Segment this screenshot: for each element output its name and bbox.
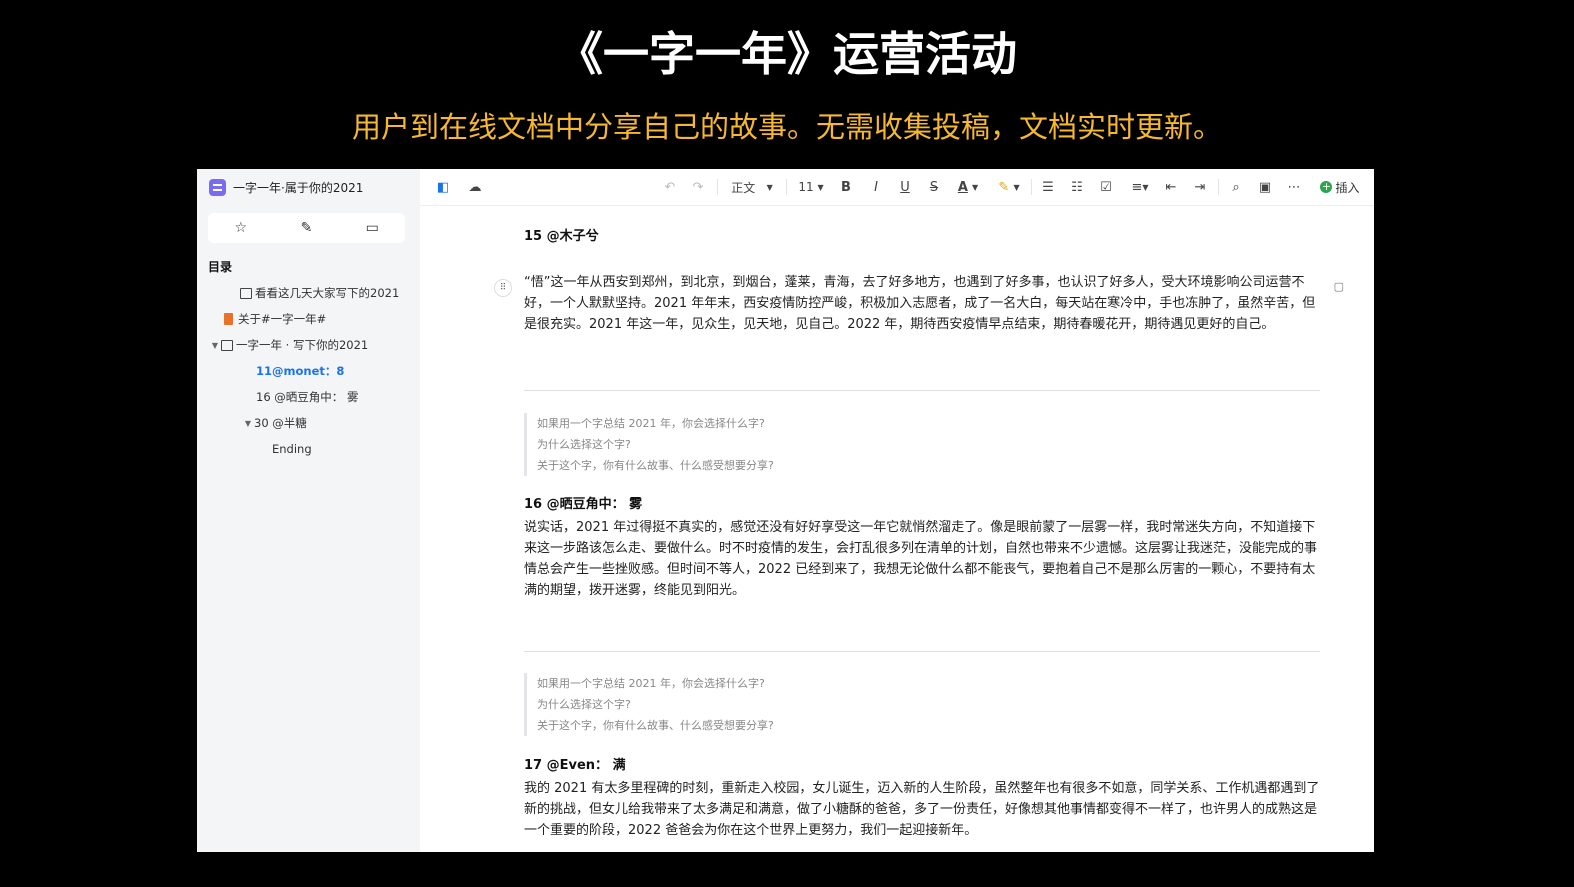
- chevron-down-icon: ▼: [766, 182, 773, 192]
- toc-item[interactable]: ▼ 一字一年 · 写下你的2021: [197, 332, 420, 358]
- doc-header[interactable]: 一字一年·属于你的2021: [209, 177, 363, 197]
- quote-line: 为什么选择这个字?: [537, 438, 631, 451]
- caret-down-icon[interactable]: ▼: [242, 419, 254, 428]
- quote-line: 关于这个字，你有什么故事、什么感受想要分享?: [537, 459, 774, 472]
- numbered-list-icon[interactable]: ☷: [1067, 169, 1087, 205]
- doc-app-window: 一字一年·属于你的2021 ☆ ✎ ▭ 目录 看看这几天大家写下的2021 关于…: [197, 169, 1374, 852]
- add-comment-icon[interactable]: ▢: [1334, 280, 1344, 293]
- toolbar-divider: [1031, 179, 1032, 195]
- divider: [524, 651, 1320, 652]
- toc-heading: 目录: [208, 260, 233, 274]
- plus-icon: +: [1320, 180, 1333, 193]
- toc-item-active[interactable]: 11@monet：8: [197, 358, 420, 384]
- folder-icon[interactable]: ▭: [339, 213, 405, 243]
- outdent-icon[interactable]: ⇤: [1161, 169, 1181, 205]
- entry-heading: 15 @木子兮: [524, 229, 599, 244]
- search-icon[interactable]: ⌕: [1226, 169, 1246, 205]
- quote-line: 如果用一个字总结 2021 年，你会选择什么字?: [537, 677, 765, 690]
- indent-icon[interactable]: ⇥: [1190, 169, 1210, 205]
- toc-item[interactable]: 16 @晒豆角中： 雾: [197, 384, 420, 410]
- cloud-sync-icon[interactable]: ☁: [464, 169, 486, 205]
- prompt-quote: 如果用一个字总结 2021 年，你会选择什么字? 为什么选择这个字? 关于这个字…: [524, 413, 774, 476]
- redo-icon[interactable]: ↷: [688, 169, 708, 205]
- toc-item-label: 关于#一字一年#: [238, 312, 327, 326]
- toc-item[interactable]: 关于#一字一年#: [197, 306, 420, 332]
- toc-item-label: 11@monet：8: [256, 364, 345, 378]
- sidebar: 一字一年·属于你的2021 ☆ ✎ ▭ 目录 看看这几天大家写下的2021 关于…: [197, 169, 420, 852]
- font-size-value: 11: [798, 180, 814, 194]
- comment-icon[interactable]: ▣: [1255, 169, 1275, 205]
- toolbar-divider: [717, 179, 718, 195]
- quote-line: 为什么选择这个字?: [537, 698, 631, 711]
- toc-item-label: 一字一年 · 写下你的2021: [236, 338, 369, 352]
- divider: [524, 390, 1320, 391]
- toc-item[interactable]: Ending: [197, 436, 420, 462]
- prompt-quote: 如果用一个字总结 2021 年，你会选择什么字? 为什么选择这个字? 关于这个字…: [524, 673, 774, 736]
- insert-label: 插入: [1335, 180, 1360, 195]
- quote-line: 如果用一个字总结 2021 年，你会选择什么字?: [537, 417, 765, 430]
- underline-icon[interactable]: U: [895, 169, 915, 205]
- slide-title: 《一字一年》运营活动: [557, 27, 1017, 81]
- sidebar-toggle-icon[interactable]: ◧: [432, 169, 454, 205]
- style-value: 正文: [731, 180, 756, 195]
- more-icon[interactable]: ⋯: [1284, 169, 1304, 205]
- editor-content[interactable]: 15 @木子兮 ⠿ ▢ “悟”这一年从西安到郑州，到北京，到烟台，蓬莱，青海，去…: [420, 206, 1374, 852]
- toc-item[interactable]: ▼ 30 @半糖: [197, 410, 420, 436]
- highlight-icon[interactable]: ✎ ▼: [994, 169, 1024, 205]
- italic-icon[interactable]: I: [866, 169, 886, 205]
- document-icon: [209, 178, 226, 196]
- font-size-select[interactable]: 11 ▼: [794, 169, 828, 205]
- entry-body: 我的 2021 有太多里程碑的时刻，重新走入校园，女儿诞生，迈入新的人生阶段，虽…: [524, 781, 1320, 838]
- book-icon: [240, 287, 252, 299]
- toolbar-divider: [1218, 179, 1219, 195]
- toc-item-label: 看看这几天大家写下的2021: [255, 286, 400, 300]
- checklist-icon[interactable]: ☑: [1096, 169, 1116, 205]
- style-select[interactable]: 正文 ▼: [726, 169, 778, 205]
- bold-icon[interactable]: B: [836, 169, 856, 205]
- toc-item-label: Ending: [272, 442, 312, 456]
- slide-subtitle: 用户到在线文档中分享自己的故事。无需收集投稿，文档实时更新。: [351, 110, 1222, 144]
- star-icon[interactable]: ☆: [208, 213, 274, 243]
- editor-toolbar: ◧ ☁ ↶ ↷ 正文 ▼ 11 ▼ B I U S A ▼ ✎ ▼ ☰ ☷ ☑ …: [420, 169, 1374, 206]
- sidebar-tools: ☆ ✎ ▭: [208, 213, 405, 243]
- insert-button[interactable]: + 插入: [1318, 169, 1362, 205]
- toc-item-label: 16 @晒豆角中： 雾: [256, 390, 359, 404]
- toolbar-divider: [786, 179, 787, 195]
- font-color-icon[interactable]: A ▼: [953, 169, 983, 205]
- align-icon[interactable]: ≡ ▼: [1126, 169, 1154, 205]
- toc-list: 看看这几天大家写下的2021 关于#一字一年# ▼ 一字一年 · 写下你的202…: [197, 280, 420, 462]
- edit-icon[interactable]: ✎: [274, 213, 340, 243]
- caret-down-icon[interactable]: ▼: [209, 341, 221, 350]
- toc-item-label: 30 @半糖: [254, 416, 307, 430]
- entry-heading: 17 @Even： 满: [524, 758, 626, 773]
- strikethrough-icon[interactable]: S: [924, 169, 944, 205]
- toc-item[interactable]: 看看这几天大家写下的2021: [197, 280, 420, 306]
- bullet-list-icon[interactable]: ☰: [1038, 169, 1058, 205]
- doc-title: 一字一年·属于你的2021: [233, 180, 364, 195]
- undo-icon[interactable]: ↶: [660, 169, 680, 205]
- orange-book-icon: [224, 313, 233, 325]
- entry-body: “悟”这一年从西安到郑州，到北京，到烟台，蓬莱，青海，去了好多地方，也遇到了好多…: [524, 275, 1316, 332]
- quote-line: 关于这个字，你有什么故事、什么感受想要分享?: [537, 719, 774, 732]
- book-icon: [221, 339, 233, 351]
- chevron-down-icon: ▼: [817, 182, 824, 192]
- drag-handle-icon[interactable]: ⠿: [494, 279, 512, 297]
- entry-heading: 16 @晒豆角中： 雾: [524, 497, 643, 512]
- entry-body: 说实话，2021 年过得挺不真实的，感觉还没有好好享受这一年它就悄然溜走了。像是…: [524, 520, 1318, 598]
